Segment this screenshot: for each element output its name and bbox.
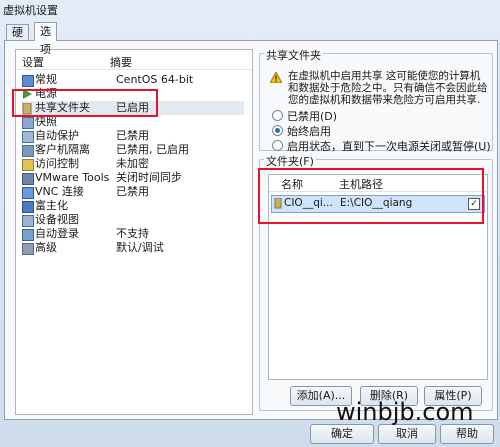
- settings-item-label: 访问控制: [35, 157, 79, 170]
- settings-item-guest-isolation[interactable]: 客户机隔离 已禁用, 已启用: [22, 143, 244, 157]
- shared-folders-group-title: 共享文件夹: [264, 47, 323, 63]
- radio-disabled[interactable]: 已禁用(D): [272, 108, 337, 124]
- vmware-tools-icon: [22, 173, 34, 185]
- ok-button[interactable]: 确定: [310, 424, 374, 444]
- radio-always-enabled[interactable]: 始终启用: [272, 123, 331, 139]
- advanced-icon: [22, 243, 34, 255]
- settings-item-summary: 已禁用, 已启用: [116, 143, 189, 156]
- settings-item-label: VMware Tools: [35, 171, 110, 184]
- folders-group-title: 文件夹(F): [264, 153, 316, 169]
- device-view-icon: [22, 215, 34, 227]
- settings-item-summary: 已禁用: [116, 185, 149, 198]
- settings-item-label: 高级: [35, 241, 57, 254]
- settings-item-summary: CentOS 64-bit: [116, 73, 194, 86]
- settings-item-label: 快照: [35, 115, 57, 128]
- snapshot-icon: [22, 117, 34, 129]
- vm-settings-window: 虚拟机设置 硬件 选项 设置 摘要 常规 CentOS 64-bit 电源 共享…: [0, 0, 500, 447]
- settings-item-label: 客户机隔离: [35, 143, 90, 156]
- settings-item-unity[interactable]: 富主化: [22, 199, 244, 213]
- settings-item-access-control[interactable]: 访问控制 未加密: [22, 157, 244, 171]
- watermark-text: winbjb.com: [336, 398, 474, 426]
- shared-folders-warning-text: 在虚拟机中启用共享 这可能使您的计算机和数据处于危险之中。只有确信不会因此给您的…: [288, 70, 488, 106]
- settings-item-summary: 关闭时间同步: [116, 171, 182, 184]
- unity-icon: [22, 201, 34, 213]
- settings-item-vmware-tools[interactable]: VMware Tools 关闭时间同步: [22, 171, 244, 185]
- shared-folders-group: 共享文件夹 在虚拟机中启用共享 这可能使您的计算机和数据处于危险之中。只有确信不…: [259, 47, 493, 154]
- radio-label: 启用状态，直到下一次电源关闭或暂停(U): [287, 140, 491, 153]
- autoprotect-icon: [22, 131, 34, 143]
- settings-item-summary: 已禁用: [116, 129, 149, 142]
- help-button[interactable]: 帮助: [440, 424, 494, 444]
- settings-item-summary: 未加密: [116, 157, 149, 170]
- radio-enabled-until-poweroff[interactable]: 启用状态，直到下一次电源关闭或暂停(U): [272, 138, 491, 154]
- settings-item-autoprotect[interactable]: 自动保护 已禁用: [22, 129, 244, 143]
- highlight-box-shared-folders: [12, 89, 158, 117]
- settings-item-snapshot[interactable]: 快照: [22, 115, 244, 129]
- settings-item-device-view[interactable]: 设备视图: [22, 213, 244, 227]
- settings-item-summary: 默认/调试: [116, 241, 164, 254]
- settings-item-vnc[interactable]: VNC 连接 已禁用: [22, 185, 244, 199]
- settings-item-label: 自动保护: [35, 129, 79, 142]
- radio-indicator: [272, 125, 283, 136]
- radio-indicator: [272, 110, 283, 121]
- cancel-button[interactable]: 取消: [378, 424, 436, 444]
- radio-indicator: [272, 140, 283, 151]
- settings-item-label: 设备视图: [35, 213, 79, 226]
- tab-hardware[interactable]: 硬件: [6, 24, 29, 55]
- general-icon: [22, 75, 34, 87]
- settings-item-advanced[interactable]: 高级 默认/调试: [22, 241, 244, 255]
- warning-icon: [269, 71, 283, 84]
- guest-isolation-icon: [22, 145, 34, 157]
- tab-options[interactable]: 选项: [34, 22, 57, 56]
- col-summary-header: 摘要: [110, 56, 132, 69]
- settings-item-label: 常规: [35, 73, 57, 86]
- radio-label: 始终启用: [287, 125, 331, 138]
- settings-item-label: 自动登录: [35, 227, 79, 240]
- settings-item-label: VNC 连接: [35, 185, 84, 198]
- title-bar: 虚拟机设置: [0, 0, 500, 18]
- settings-item-autologin[interactable]: 自动登录 不支持: [22, 227, 244, 241]
- settings-item-label: 富主化: [35, 199, 68, 212]
- vnc-icon: [22, 187, 34, 199]
- autologin-icon: [22, 229, 34, 241]
- lock-icon: [22, 159, 34, 171]
- settings-item-general[interactable]: 常规 CentOS 64-bit: [22, 73, 244, 87]
- settings-item-summary: 不支持: [116, 227, 149, 240]
- window-title: 虚拟机设置: [3, 4, 58, 17]
- highlight-box-folder-row: [258, 168, 484, 224]
- radio-label: 已禁用(D): [287, 110, 338, 123]
